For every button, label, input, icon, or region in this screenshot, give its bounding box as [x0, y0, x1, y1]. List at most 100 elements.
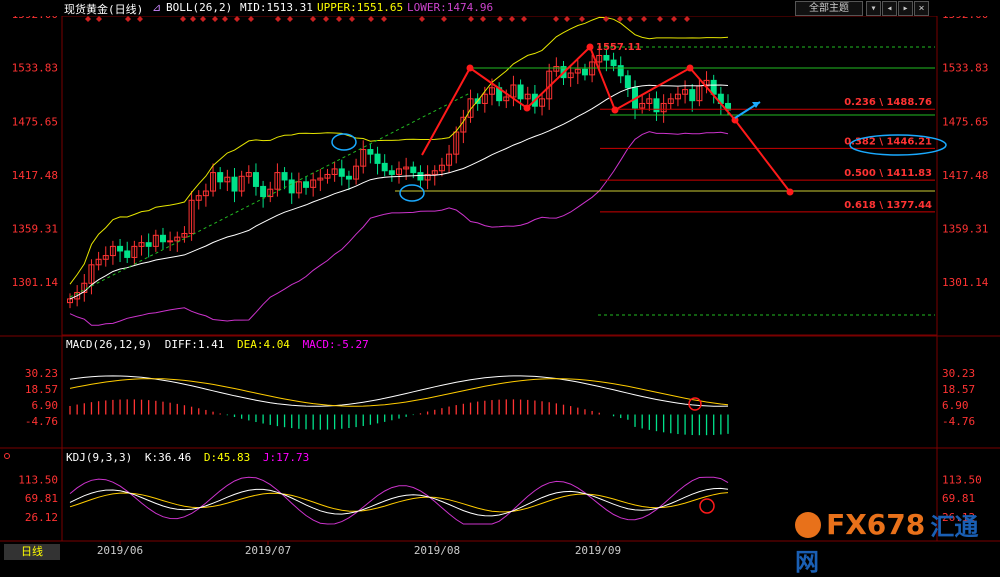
y-tick-label-right: 1533.83	[942, 62, 988, 75]
y-tick-label-right: 1417.48	[942, 169, 988, 182]
y-tick-label-left: 1533.83	[12, 62, 58, 75]
price-pane: 0.236 \ 1488.76 0.382 \ 1446.21 0.500 \ 14…	[67, 16, 935, 326]
kdj-d: D:45.83	[203, 451, 251, 464]
signal-diamond-icon	[275, 16, 281, 22]
signal-diamond-icon	[323, 16, 329, 22]
fib-level-label: 0.618 \ 1377.44	[844, 200, 932, 211]
boll-icon: ⊿	[152, 1, 162, 14]
macd-tick-label-left: 18.57	[25, 383, 58, 396]
price-frame	[61, 15, 938, 336]
candle-body	[653, 98, 660, 113]
y-tick-label-left: 1359.31	[12, 223, 58, 236]
kdj-header: KDJ(9,3,3) K:36.46 D:45.83 J:17.73	[66, 451, 309, 464]
candle-body	[217, 172, 224, 183]
macd-pane	[69, 375, 729, 436]
signal-diamond-icon	[671, 16, 677, 22]
kdj-label: KDJ(9,3,3)	[66, 451, 133, 464]
left-icon[interactable]: ◂	[882, 1, 897, 16]
candle-body	[159, 234, 166, 243]
signal-diamond-icon	[381, 16, 387, 22]
candle-body	[603, 54, 610, 61]
chevron-down-icon[interactable]: ▾	[866, 1, 881, 16]
macd-dea-line	[69, 378, 729, 407]
header-bar: 现货黄金(日线) ⊿ BOLL(26,2) MID:1513.31 UPPER:…	[0, 0, 1000, 16]
chart-canvas[interactable]: 0.236 \ 1488.76 0.382 \ 1446.21 0.500 \ 14…	[0, 0, 1000, 561]
signal-diamond-icon	[468, 16, 474, 22]
arrow-head-icon	[586, 43, 594, 51]
candle-body	[252, 172, 259, 187]
candle-body	[288, 179, 295, 194]
signal-diamond-icon	[480, 16, 486, 22]
boll-mid-line	[69, 84, 729, 300]
signal-diamond-icon	[579, 16, 585, 22]
signal-diamond-icon	[368, 16, 374, 22]
signal-diamond-icon	[641, 16, 647, 22]
x-tick-label: 2019/09	[575, 544, 621, 557]
watermark-logo-icon	[795, 511, 821, 538]
candle-body	[410, 166, 417, 174]
y-tick-label-right: 1359.31	[942, 223, 988, 236]
arrow-head-icon	[611, 106, 619, 114]
overlay	[4, 0, 947, 514]
kdj-tick-label-left: 113.50	[18, 473, 58, 486]
signal-diamond-icon	[190, 16, 196, 22]
watermark-text: FX678	[826, 508, 926, 541]
signal-diamond-icon	[603, 16, 609, 22]
signal-diamond-icon	[349, 16, 355, 22]
candle-body	[303, 181, 310, 188]
fib-level-label: 0.382 \ 1446.21	[844, 136, 932, 147]
macd-tick-label-right: -4.76	[942, 415, 975, 428]
candle-body	[124, 250, 131, 258]
theme-button[interactable]: 全部主题	[795, 1, 863, 16]
macd-diff: DIFF:1.41	[164, 338, 225, 351]
macd-tick-label-right: 30.23	[942, 367, 975, 380]
candle-body	[624, 75, 631, 89]
arrow-head-icon	[466, 64, 474, 72]
close-icon[interactable]: ×	[914, 1, 929, 16]
highlight-ellipse	[331, 133, 357, 151]
peak-label: 1557.11	[596, 42, 642, 53]
kdj-tick-label-right: 113.50	[942, 473, 982, 486]
candle-body	[374, 153, 381, 164]
signal-diamond-icon	[564, 16, 570, 22]
y-tick-label-right: 1475.65	[942, 115, 988, 128]
candle-body	[145, 242, 152, 247]
signal-diamond-icon	[553, 16, 559, 22]
signal-diamond-icon	[234, 16, 240, 22]
signal-diamond-icon	[248, 16, 254, 22]
y-tick-label-left: 1301.14	[12, 276, 59, 289]
macd-header: MACD(26,12,9) DIFF:1.41 DEA:4.04 MACD:-5…	[66, 338, 369, 351]
candle-body	[338, 168, 345, 177]
signal-diamond-icon	[521, 16, 527, 22]
tab-daily[interactable]: 日线	[4, 544, 60, 560]
kdj-tick-label-right: 69.81	[942, 492, 975, 505]
boll-upper-line	[69, 16, 729, 285]
boll-upper: UPPER:1551.65	[317, 1, 404, 14]
signal-diamond-icon	[222, 16, 228, 22]
signal-diamond-icon	[684, 16, 690, 22]
candle-body	[610, 59, 617, 67]
kdj-k: K:36.46	[144, 451, 192, 464]
arrow-head-icon	[786, 188, 794, 196]
candle-body	[689, 89, 696, 102]
macd-tick-label-left: -4.76	[25, 415, 58, 428]
candle-body	[617, 65, 624, 77]
watermark: FX678 汇通网	[795, 507, 1000, 577]
macd-value: MACD:-5.27	[302, 338, 369, 351]
candle-body	[388, 170, 395, 175]
y-tick-label-left: 1475.65	[12, 115, 58, 128]
candle-body	[345, 175, 352, 180]
macd-dea: DEA:4.04	[236, 338, 290, 351]
boll-lower-line	[69, 131, 729, 326]
signal-diamond-icon	[657, 16, 663, 22]
kdj-marker-icon	[4, 453, 10, 459]
arrow-head-icon	[686, 64, 694, 72]
macd-tick-label-left: 6.90	[32, 399, 59, 412]
candle-body	[260, 185, 267, 198]
right-icon[interactable]: ▸	[898, 1, 913, 16]
candle-body	[517, 84, 524, 100]
signal-diamond-icon	[509, 16, 515, 22]
x-tick-label: 2019/06	[97, 544, 143, 557]
signal-diamond-icon	[310, 16, 316, 22]
x-tick-label: 2019/08	[414, 544, 460, 557]
